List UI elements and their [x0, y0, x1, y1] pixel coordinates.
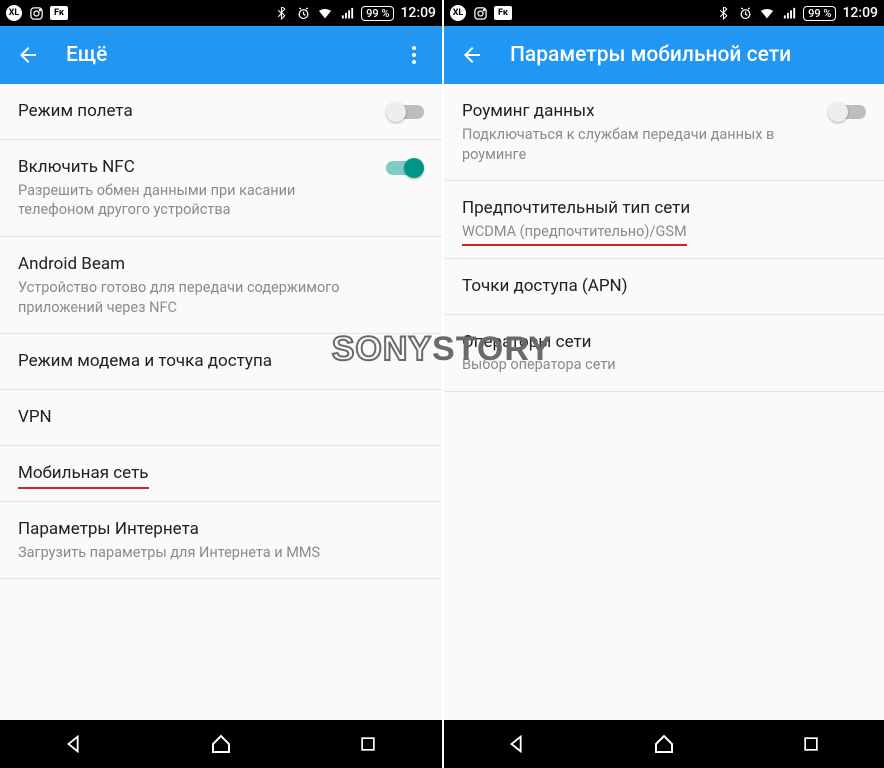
setting-airplane-mode[interactable]: Режим полета	[0, 84, 442, 140]
nav-recents-button[interactable]	[351, 727, 385, 761]
bluetooth-icon	[715, 5, 731, 21]
phone-right: XL Fк 99 % 12:09 Парамет	[442, 0, 884, 768]
app-bar: Ещё	[0, 26, 442, 84]
status-bar: XL Fк 99 % 12:09	[0, 0, 442, 26]
page-title: Параметры мобильной сети	[510, 43, 870, 67]
clock: 12:09	[842, 5, 878, 21]
setting-title: Точки доступа (APN)	[462, 275, 866, 298]
back-button[interactable]	[458, 41, 486, 69]
setting-data-roaming[interactable]: Роуминг данных Подключаться к службам пе…	[444, 84, 884, 181]
settings-list: Режим полета Включить NFC Разрешить обме…	[0, 84, 442, 720]
navigation-bar	[444, 720, 884, 768]
setting-android-beam[interactable]: Android Beam Устройство готово для перед…	[0, 237, 442, 334]
phone-left: XL Fк 99 % 12:09 Ещё	[0, 0, 442, 768]
wifi-icon	[317, 5, 333, 21]
setting-internet-params[interactable]: Параметры Интернета Загрузить параметры …	[0, 502, 442, 580]
setting-title: Android Beam	[18, 253, 424, 276]
setting-title: VPN	[18, 406, 424, 429]
setting-vpn[interactable]: VPN	[0, 390, 442, 446]
fk-badge-icon: Fк	[494, 6, 512, 20]
nav-home-button[interactable]	[204, 727, 238, 761]
setting-title: Включить NFC	[18, 156, 374, 179]
nav-home-button[interactable]	[647, 727, 681, 761]
navigation-bar	[0, 720, 442, 768]
instagram-icon	[28, 5, 44, 21]
xl-badge-icon: XL	[450, 5, 466, 21]
alarm-icon	[737, 5, 753, 21]
app-bar: Параметры мобильной сети	[444, 26, 884, 84]
battery-indicator: 99 %	[803, 6, 836, 21]
fk-badge-icon: Fк	[50, 6, 68, 20]
setting-title: Операторы сети	[462, 331, 866, 354]
setting-title: Режим полета	[18, 100, 374, 123]
setting-title: Параметры Интернета	[18, 518, 424, 541]
airplane-toggle[interactable]	[386, 102, 424, 122]
setting-subtitle: Устройство готово для передачи содержимо…	[18, 278, 424, 317]
setting-preferred-network-type[interactable]: Предпочтительный тип сети WCDMA (предпоч…	[444, 181, 884, 259]
setting-title: Роуминг данных	[462, 100, 816, 123]
nav-back-button[interactable]	[57, 727, 91, 761]
signal-icon	[339, 5, 355, 21]
setting-subtitle: Подключаться к службам передачи данных в…	[462, 125, 816, 164]
battery-indicator: 99 %	[361, 6, 394, 21]
bluetooth-icon	[273, 5, 289, 21]
setting-subtitle: WCDMA (предпочтительно)/GSM	[462, 222, 866, 242]
xl-badge-icon: XL	[6, 5, 22, 21]
setting-network-operators[interactable]: Операторы сети Выбор оператора сети	[444, 315, 884, 393]
setting-mobile-network[interactable]: Мобильная сеть	[0, 446, 442, 502]
nfc-toggle[interactable]	[386, 158, 424, 178]
setting-apn[interactable]: Точки доступа (APN)	[444, 259, 884, 315]
setting-subtitle: Загрузить параметры для Интернета и MMS	[18, 543, 424, 563]
setting-nfc[interactable]: Включить NFC Разрешить обмен данными при…	[0, 140, 442, 237]
page-title: Ещё	[66, 43, 400, 67]
settings-list: Роуминг данных Подключаться к службам пе…	[444, 84, 884, 720]
overflow-menu-button[interactable]	[400, 41, 428, 69]
setting-title: Режим модема и точка доступа	[18, 350, 424, 373]
signal-icon	[781, 5, 797, 21]
setting-title: Мобильная сеть	[18, 462, 424, 485]
setting-subtitle: Выбор оператора сети	[462, 355, 866, 375]
setting-tethering[interactable]: Режим модема и точка доступа	[0, 334, 442, 390]
setting-subtitle: Разрешить обмен данными при касании теле…	[18, 181, 374, 220]
wifi-icon	[759, 5, 775, 21]
roaming-toggle[interactable]	[828, 102, 866, 122]
clock: 12:09	[400, 5, 436, 21]
alarm-icon	[295, 5, 311, 21]
nav-back-button[interactable]	[500, 727, 534, 761]
setting-title: Предпочтительный тип сети	[462, 197, 866, 220]
nav-recents-button[interactable]	[794, 727, 828, 761]
back-button[interactable]	[14, 41, 42, 69]
status-bar: XL Fк 99 % 12:09	[444, 0, 884, 26]
instagram-icon	[472, 5, 488, 21]
